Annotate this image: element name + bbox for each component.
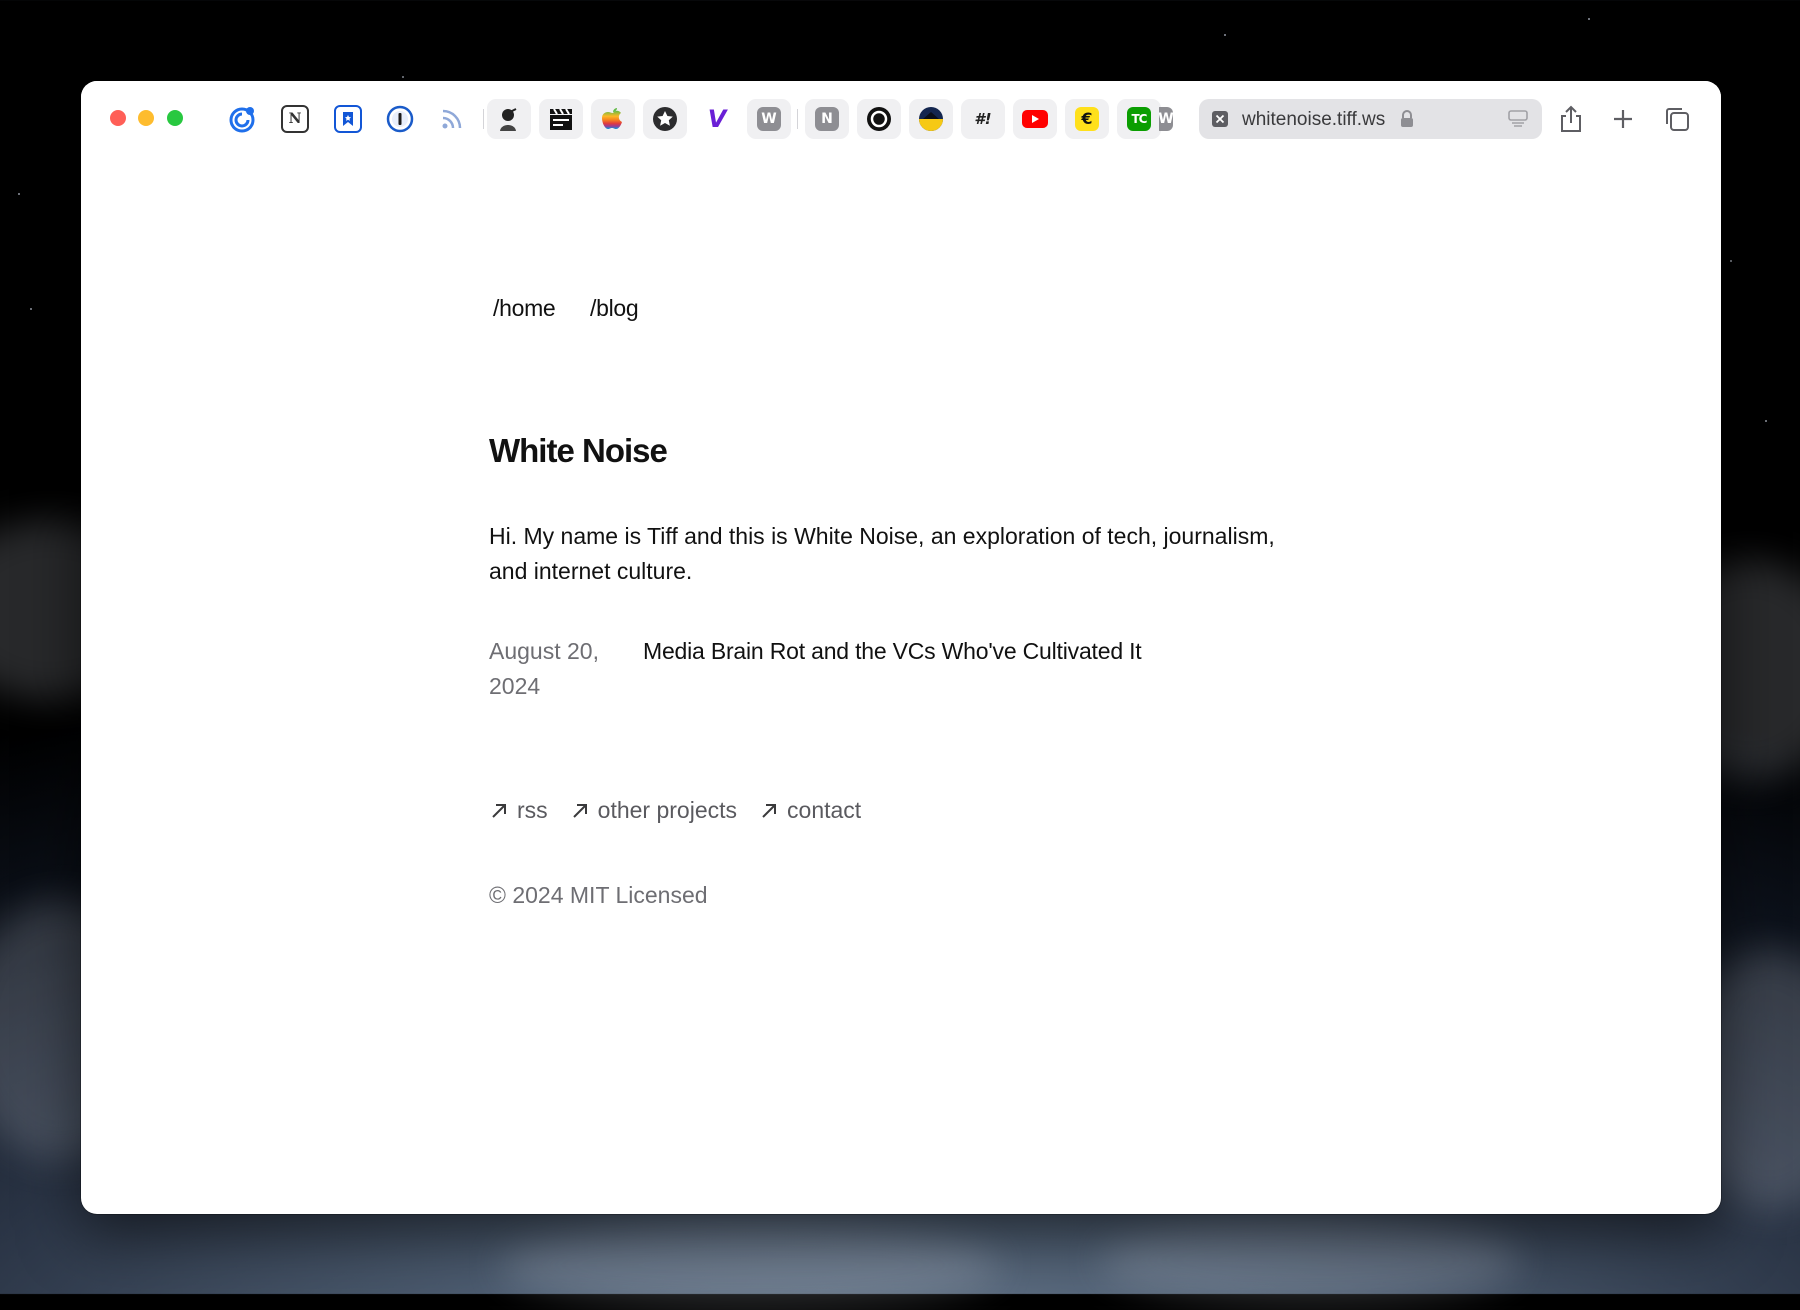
copyright-text: © 2024 MIT Licensed [489, 882, 708, 908]
mailchimp-icon: € [1075, 107, 1099, 131]
tab-overview-button[interactable] [1659, 101, 1695, 137]
v-logo-icon: V [707, 105, 727, 133]
favorite-v[interactable]: V [695, 99, 739, 139]
other-projects-link[interactable]: other projects [570, 797, 737, 824]
page-content: /home /blog White Noise Hi. My name is T… [81, 157, 1721, 1214]
nav-home-link[interactable]: /home [493, 295, 556, 322]
zoom-window-button[interactable] [167, 110, 183, 126]
hashbang-icon: #! [974, 109, 992, 128]
clapperboard-icon [550, 108, 572, 130]
post-date: August 20, 2024 [489, 638, 599, 699]
rss-link[interactable]: rss [489, 797, 548, 824]
sync-circle-icon [229, 107, 255, 133]
techcrunch-icon: TC [1127, 107, 1151, 131]
n-square-icon: N [815, 107, 839, 131]
w-square-icon: W [757, 107, 781, 131]
favorite-mailchimp[interactable]: € [1065, 99, 1109, 139]
rss-link-label: rss [517, 797, 548, 823]
post-title-link[interactable]: Media Brain Rot and the VCs Who've Culti… [643, 634, 1142, 669]
arrow-up-right-icon [492, 803, 506, 818]
arrow-up-right-icon [762, 803, 777, 818]
favorite-techcrunch[interactable]: TC [1117, 99, 1161, 139]
split-circle-icon [919, 107, 943, 131]
favorite-1password[interactable] [378, 99, 422, 139]
reader-mode-icon[interactable] [1507, 109, 1529, 129]
favorite-split[interactable] [909, 99, 953, 139]
favorites-divider-2 [797, 109, 798, 129]
favorite-ring[interactable] [857, 99, 901, 139]
footer-links: rss other projects contact [489, 797, 883, 824]
browser-toolbar: N V W N #! € TC W whitenoise.tiff.ws [81, 81, 1721, 157]
favorite-notion[interactable]: N [273, 99, 317, 139]
plus-icon [1614, 110, 1632, 128]
other-projects-link-label: other projects [597, 797, 738, 823]
url-text: whitenoise.tiff.ws [1242, 109, 1386, 130]
1password-icon [386, 105, 414, 133]
youtube-play-icon [1022, 110, 1048, 128]
close-window-button[interactable] [110, 110, 126, 126]
nav-blog-link[interactable]: /blog [590, 295, 639, 322]
w-partial-icon: W [1159, 107, 1174, 131]
favorite-w-partial[interactable]: W [1159, 99, 1183, 139]
contact-link-label: contact [787, 797, 862, 823]
favorites-divider [483, 109, 484, 129]
arrow-up-right-icon [572, 803, 587, 818]
favorite-w[interactable]: W [747, 99, 791, 139]
bookmark-star-icon [334, 105, 362, 133]
favorite-apple[interactable] [591, 99, 635, 139]
minimize-window-button[interactable] [138, 110, 154, 126]
star-circle-icon [653, 107, 677, 131]
intro-paragraph: Hi. My name is Tiff and this is White No… [489, 523, 1275, 584]
favorite-sync[interactable] [221, 99, 265, 139]
favorite-clapperboard[interactable] [539, 99, 583, 139]
favorite-n[interactable]: N [805, 99, 849, 139]
share-icon [1561, 105, 1581, 132]
favorite-youtube[interactable] [1013, 99, 1057, 139]
favorite-rss[interactable] [430, 99, 474, 139]
close-square-icon [1212, 111, 1228, 127]
contact-link[interactable]: contact [759, 797, 861, 824]
portrait-icon [500, 108, 517, 131]
tab-overview-icon [1666, 108, 1689, 131]
favorite-portrait[interactable] [487, 99, 531, 139]
notion-icon: N [281, 105, 309, 133]
favorite-bookmark[interactable] [326, 99, 370, 139]
address-bar[interactable]: whitenoise.tiff.ws [1199, 99, 1542, 139]
new-tab-button[interactable] [1605, 101, 1641, 137]
browser-window: N V W N #! € TC W whitenoise.tiff.ws /ho… [81, 81, 1721, 1214]
rss-feed-icon [442, 109, 462, 129]
page-title: White Noise [489, 432, 668, 469]
share-button[interactable] [1553, 101, 1589, 137]
lock-icon [1401, 110, 1413, 127]
apple-rainbow-icon [602, 108, 622, 129]
favorite-hashbang[interactable]: #! [961, 99, 1005, 139]
favorite-star[interactable] [643, 99, 687, 139]
ring-circle-icon [867, 107, 891, 131]
